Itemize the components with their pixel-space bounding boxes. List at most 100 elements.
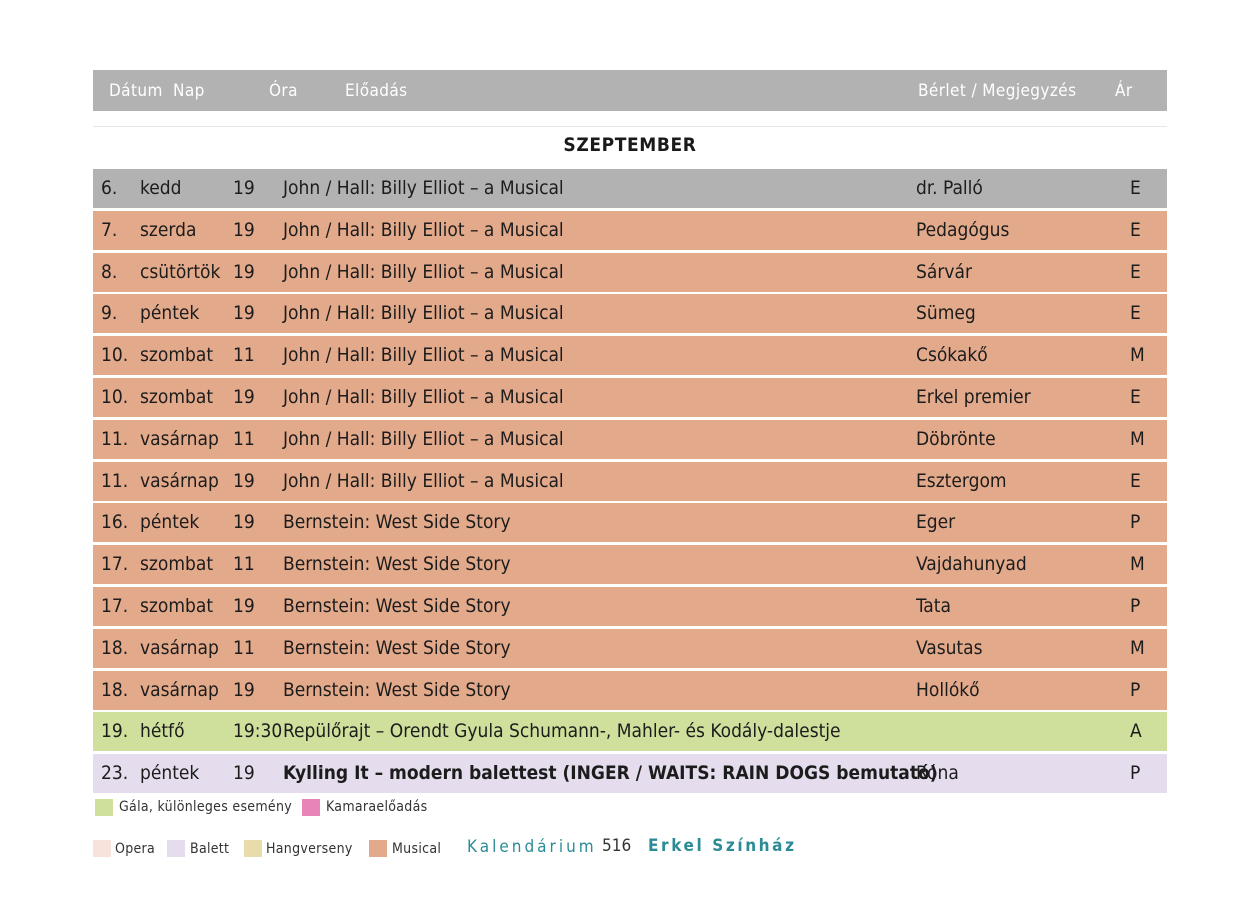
row-note: Hollókő [916,678,980,701]
legend-swatch-concert [244,840,262,857]
row-time: 19:30 [233,720,283,743]
row-title: John / Hall: Billy Elliot – a Musical [283,385,564,408]
legend-label-ballet: Balett [190,841,230,857]
row-title: Bernstein: West Side Story [283,636,511,659]
legend-swatch-opera [93,840,111,857]
table-row: 19. hétfő 19:30 Repülőrajt – Orendt Gyula S… [93,712,1167,752]
table-row: 23. péntek 19 Kylling It – modern balettest… [93,754,1167,794]
row-time: 19 [233,678,255,701]
row-day: vasárnap [140,469,219,492]
row-time: 11 [233,553,255,576]
row-date: 19. [101,720,129,743]
row-price: P [1130,594,1141,617]
row-note: Pedagógus [916,218,1010,241]
legend-label-opera: Opera [115,841,156,857]
row-title: Bernstein: West Side Story [283,594,511,617]
header-date: Dátum [109,81,163,101]
table-row: 11. vasárnap 11 John / Hall: Billy Elliot –… [93,419,1167,459]
row-date: 8. [101,260,118,283]
legend-swatch-ballet [167,840,185,857]
row-day: szombat [140,553,214,576]
table-row: 17. szombat 19 Bernstein: West Side Story Ta… [93,586,1167,626]
row-day: péntek [140,302,200,325]
row-time: 11 [233,636,255,659]
row-price: A [1130,720,1142,743]
row-time: 19 [233,762,255,785]
header-performance: Előadás [345,81,408,101]
row-note: Döbrönte [916,427,996,450]
row-time: 19 [233,218,255,241]
row-day: vasárnap [140,427,219,450]
row-date: 11. [101,427,129,450]
legend-row-1: Gála, különleges esemény Kamaraelőadás [95,799,495,819]
row-title: John / Hall: Billy Elliot – a Musical [283,218,564,241]
row-note: Sümeg [916,302,976,325]
row-title: Bernstein: West Side Story [283,678,511,701]
row-day: szombat [140,594,214,617]
row-date: 10. [101,385,129,408]
row-price: E [1130,469,1141,492]
table-row: 17. szombat 11 Bernstein: West Side Story Va… [93,545,1167,585]
row-time: 11 [233,427,255,450]
row-note: Róna [916,762,959,785]
row-price: E [1130,177,1141,199]
table-row: 10. szombat 11 John / Hall: Billy Elliot – … [93,336,1167,376]
footer-venue: Erkel Színház [648,836,797,856]
row-time: 19 [233,260,255,283]
row-time: 19 [233,177,255,199]
row-price: P [1130,762,1141,785]
footer-section: Kalendárium [467,837,597,857]
row-title: Kylling It – modern balettest (INGER / W… [283,762,938,785]
legend-swatch-musical [369,840,387,857]
row-day: péntek [140,511,200,534]
row-price: E [1130,385,1141,408]
row-time: 19 [233,302,255,325]
legend-row-2: Opera Balett Hangverseny Musical [93,840,473,860]
legend-label-gala: Gála, különleges esemény [119,799,293,815]
row-title: John / Hall: Billy Elliot – a Musical [283,427,564,450]
row-date: 23. [101,762,129,785]
row-date: 11. [101,469,129,492]
table-row: 7. szerda 19 John / Hall: Billy Elliot – a … [93,210,1167,250]
row-note: Vasutas [916,636,983,659]
header-subscription: Bérlet / Megjegyzés [918,81,1077,101]
row-date: 16. [101,511,129,534]
legend-swatch-chamber [302,799,320,816]
row-day: péntek [140,762,200,785]
row-note: Vajdahunyad [916,553,1027,576]
month-title: SZEPTEMBER [563,134,697,156]
table-row: 6. kedd 19 John / Hall: Billy Elliot – a Mu… [93,169,1167,208]
row-note: dr. Palló [916,177,983,199]
row-time: 19 [233,469,255,492]
row-date: 6. [101,177,118,199]
row-price: M [1130,636,1145,659]
row-day: hétfő [140,720,185,743]
row-title: Bernstein: West Side Story [283,553,511,576]
header-time: Óra [269,81,298,101]
row-note: Eger [916,511,956,534]
row-title: Repülőrajt – Orendt Gyula Schumann-, Mah… [283,720,841,743]
row-date: 7. [101,218,118,241]
legend-label-chamber: Kamaraelőadás [326,799,428,815]
row-price: E [1130,260,1141,283]
legend-label-concert: Hangverseny [266,841,353,857]
row-price: P [1130,511,1141,534]
row-day: szombat [140,344,214,367]
table-header: Dátum Nap Óra Előadás Bérlet / Megjegyzé… [93,70,1167,111]
footer-page-number: 516 [602,836,632,856]
table-row: 16. péntek 19 Bernstein: West Side Story Ege… [93,503,1167,543]
divider [93,126,1167,127]
row-day: vasárnap [140,678,219,701]
table-row: 18. vasárnap 11 Bernstein: West Side Story V… [93,628,1167,668]
row-date: 18. [101,678,129,701]
row-title: John / Hall: Billy Elliot – a Musical [283,344,564,367]
row-note: Tata [916,594,951,617]
row-price: P [1130,678,1141,701]
calendar-table: Dátum Nap Óra Előadás Bérlet / Megjegyzé… [93,70,1167,794]
row-price: E [1130,302,1141,325]
row-date: 18. [101,636,129,659]
legend-label-musical: Musical [392,841,442,857]
row-price: E [1130,218,1141,241]
row-price: M [1130,553,1145,576]
row-title: Bernstein: West Side Story [283,511,511,534]
